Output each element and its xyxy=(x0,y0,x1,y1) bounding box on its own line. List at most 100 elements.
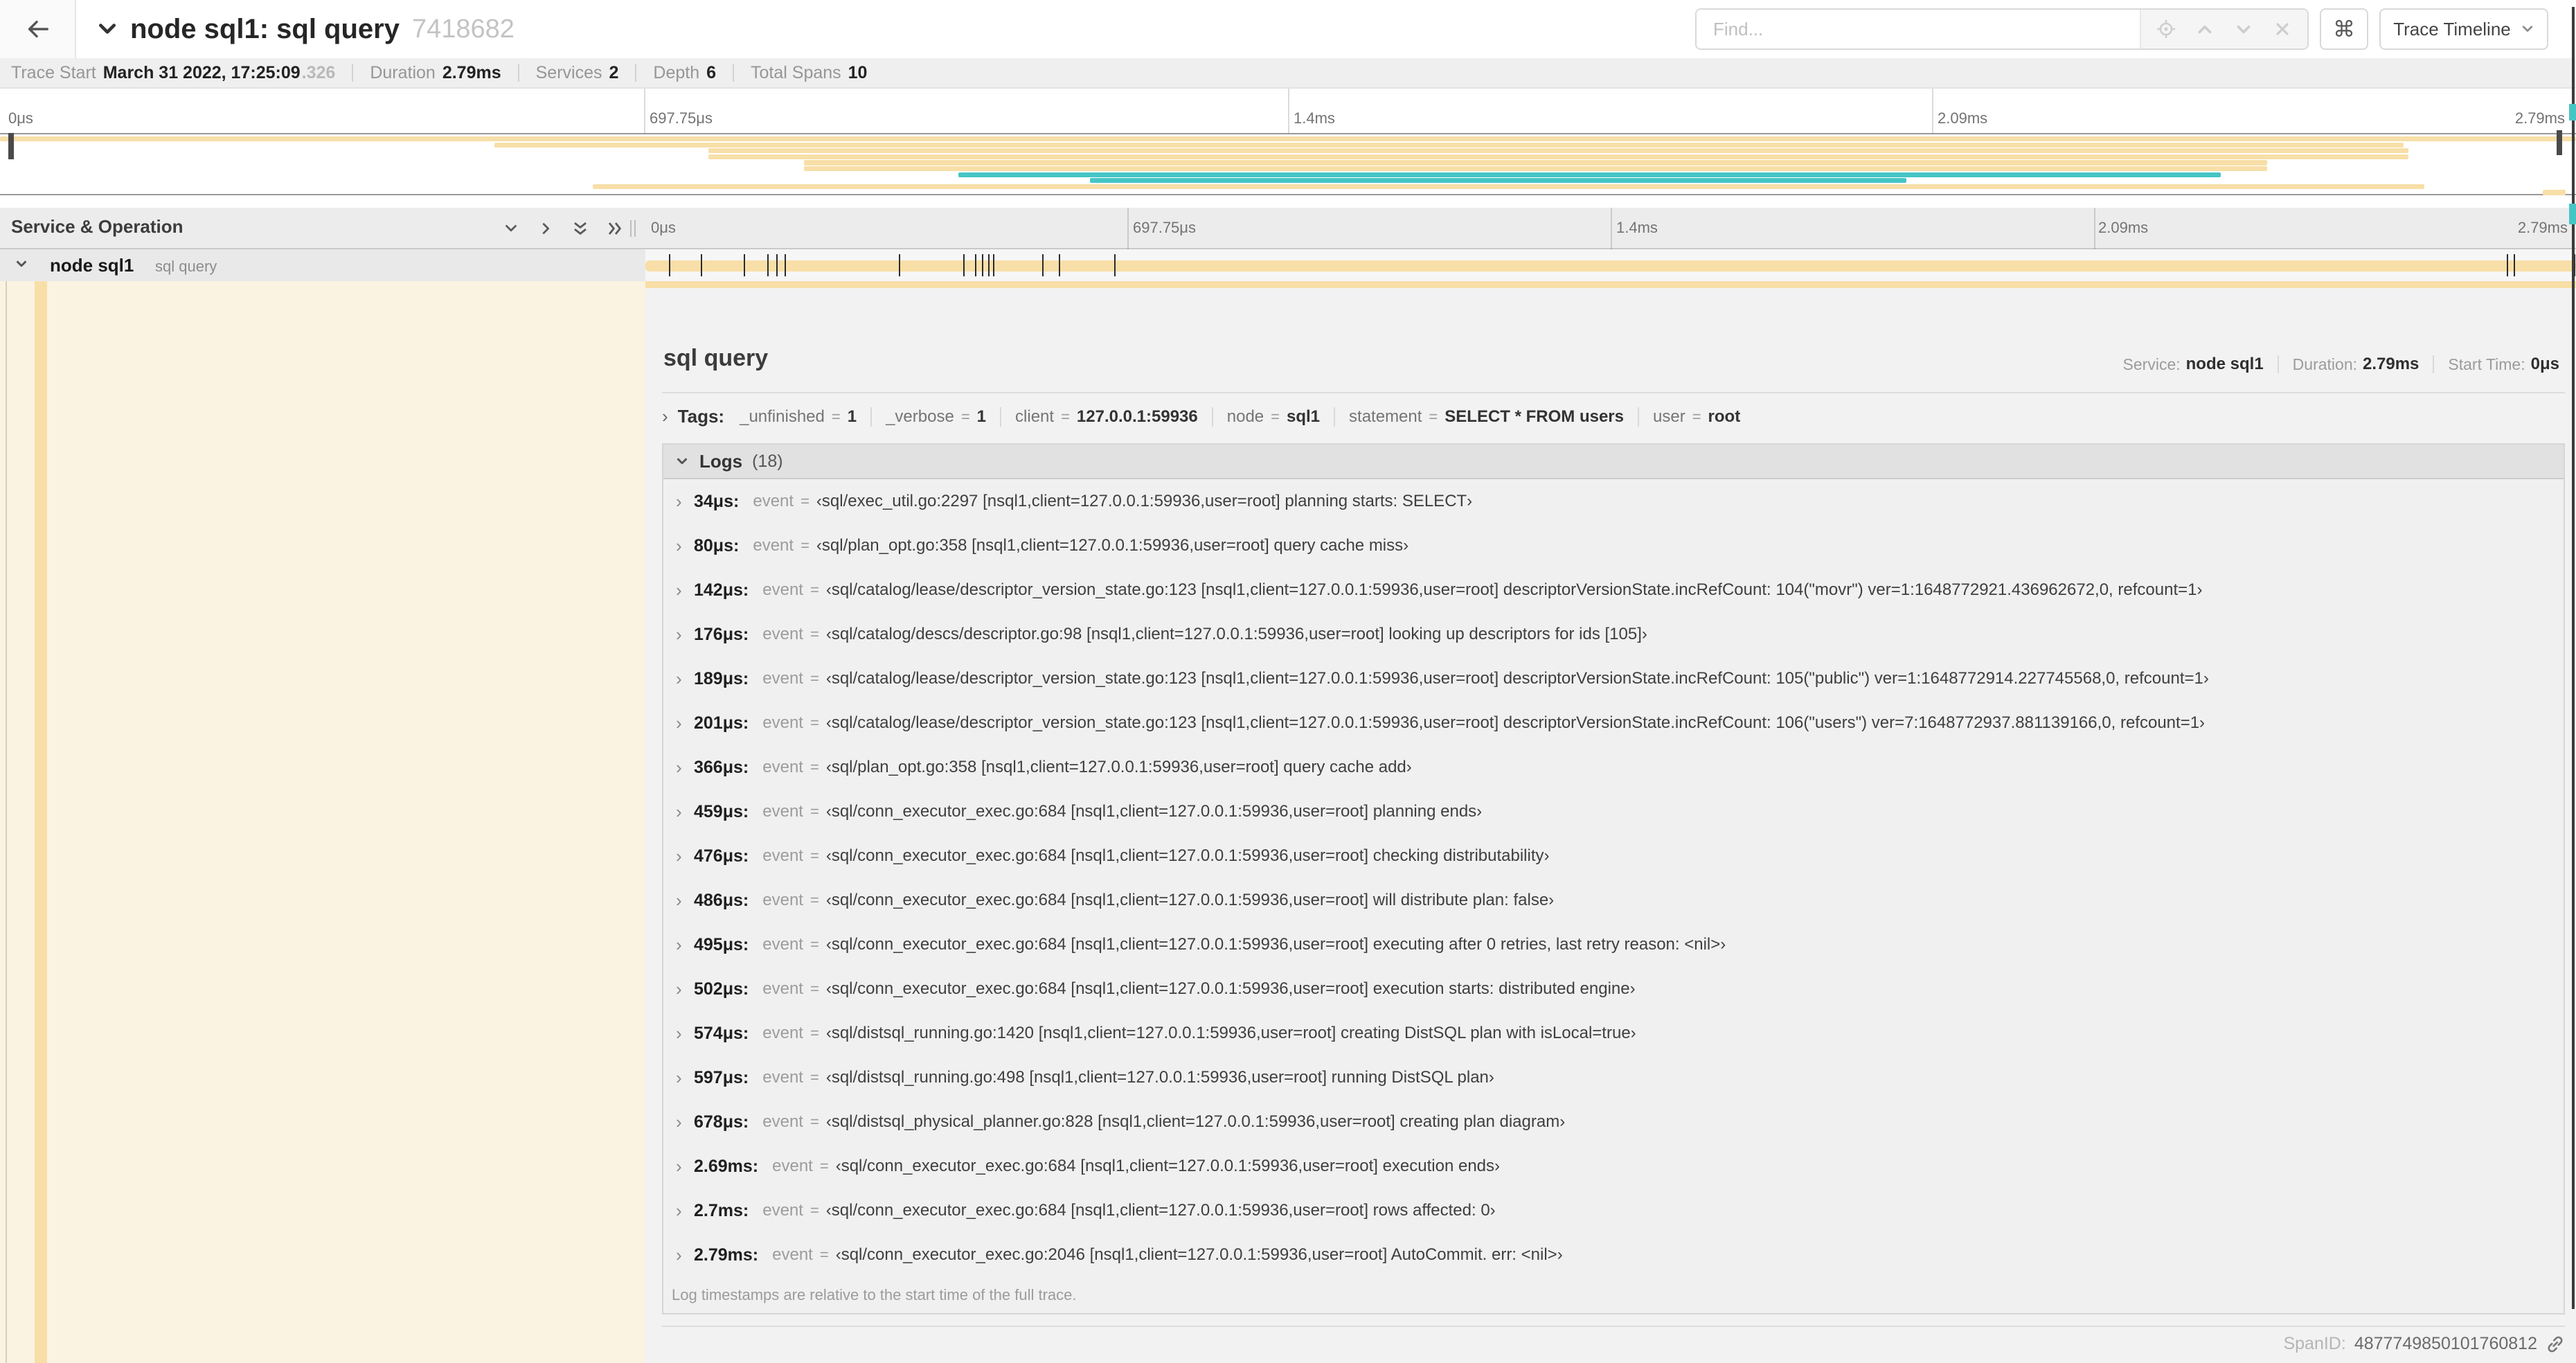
log-timestamp: 678μs: xyxy=(694,1112,749,1132)
find-group xyxy=(1695,8,2309,50)
chevron-right-icon: › xyxy=(676,1022,682,1044)
logs-header[interactable]: Logs (18) xyxy=(663,445,2564,479)
top-controls: ⌘ Trace Timeline xyxy=(1695,8,2548,50)
log-entry[interactable]: › 2.7ms: event = ‹sql/conn_executor_exec.go:… xyxy=(663,1188,2564,1233)
equals-sign: = xyxy=(810,1202,819,1219)
trace-minimap[interactable] xyxy=(0,133,2576,195)
meta-value: node sql1 xyxy=(2185,355,2264,373)
prev-match-icon[interactable] xyxy=(2185,10,2224,48)
chevron-right-icon: › xyxy=(676,978,682,999)
log-entry[interactable]: › 2.69ms: event = ‹sql/conn_executor_exec.go… xyxy=(663,1144,2564,1188)
logs-count: (18) xyxy=(752,451,783,471)
log-field-key: event xyxy=(762,846,803,865)
tag-item[interactable]: statement = SELECT * FROM users xyxy=(1349,407,1624,427)
span-row[interactable]: node sql1 sql query xyxy=(0,249,2576,281)
collapse-one-icon[interactable] xyxy=(499,217,524,240)
span-service-name: node sql1 xyxy=(50,255,134,276)
keyboard-shortcuts-button[interactable]: ⌘ xyxy=(2320,8,2368,50)
log-entry[interactable]: › 201μs: event = ‹sql/catalog/lease/descript… xyxy=(663,701,2564,745)
log-entry[interactable]: › 495μs: event = ‹sql/conn_executor_exec.go:… xyxy=(663,923,2564,967)
log-entry[interactable]: › 2.79ms: event = ‹sql/conn_executor_exec.go… xyxy=(663,1233,2564,1277)
log-entry[interactable]: › 176μs: event = ‹sql/catalog/descs/descript… xyxy=(663,612,2564,657)
span-color-strip xyxy=(645,281,2576,288)
span-log-tick xyxy=(767,254,769,276)
divider xyxy=(1638,407,1639,427)
log-entry[interactable]: › 189μs: event = ‹sql/catalog/lease/descript… xyxy=(663,657,2564,701)
log-entry[interactable]: › 574μs: event = ‹sql/distsql_running.go:142… xyxy=(663,1011,2564,1055)
column-resizer[interactable] xyxy=(630,220,636,237)
expand-one-icon[interactable] xyxy=(533,217,558,240)
minimap-right-scrubber[interactable] xyxy=(2557,130,2562,155)
log-entry[interactable]: › 142μs: event = ‹sql/catalog/lease/descript… xyxy=(663,568,2564,612)
ruler-tick-label: 1.4ms xyxy=(1616,219,1658,236)
equals-sign: = xyxy=(810,1113,819,1130)
ruler-tick-label: 1.4ms xyxy=(1294,109,1335,127)
tag-item[interactable]: client = 127.0.0.1:59936 xyxy=(1015,407,1198,427)
log-entry[interactable]: › 486μs: event = ‹sql/conn_executor_exec.go:… xyxy=(663,878,2564,923)
log-timestamp: 2.7ms: xyxy=(694,1200,749,1220)
focus-match-icon[interactable] xyxy=(2147,10,2185,48)
chevron-down-icon[interactable] xyxy=(97,19,118,39)
stat-value: 10 xyxy=(848,62,868,82)
divider xyxy=(733,64,735,82)
span-log-tick xyxy=(1114,254,1116,276)
log-field-value: ‹sql/conn_executor_exec.go:684 [nsql1,cl… xyxy=(825,891,1555,909)
span-duration-bar[interactable] xyxy=(645,260,2576,271)
span-log-tick xyxy=(963,254,965,276)
stat-label: Duration xyxy=(370,62,436,82)
equals-sign: = xyxy=(1692,407,1701,425)
logs-accordion: Logs (18) › 34μs: event = ‹sql/exec_util.go:… xyxy=(662,443,2565,1315)
log-timestamp: 142μs: xyxy=(694,580,749,600)
expand-all-icon[interactable] xyxy=(602,217,627,240)
chevron-right-icon: › xyxy=(662,406,668,427)
span-name-cell[interactable]: node sql1 sql query xyxy=(0,249,645,281)
log-entry[interactable]: › 502μs: event = ‹sql/conn_executor_exec.go:… xyxy=(663,967,2564,1011)
equals-sign: = xyxy=(810,847,819,864)
minimap-left-scrubber[interactable] xyxy=(8,133,14,159)
trace-view-selector[interactable]: Trace Timeline xyxy=(2379,8,2548,50)
tag-item[interactable]: _unfinished = 1 xyxy=(740,407,857,427)
next-match-icon[interactable] xyxy=(2224,10,2263,48)
log-entry[interactable]: › 459μs: event = ‹sql/conn_executor_exec.go:… xyxy=(663,790,2564,834)
tag-key: user xyxy=(1653,407,1685,426)
equals-sign: = xyxy=(810,803,819,820)
ruler-tick-label: 697.75μs xyxy=(1133,219,1196,236)
log-timestamp: 486μs: xyxy=(694,890,749,910)
tags-accordion[interactable]: › Tags: _unfinished = 1 _verbose = 1 client = 12… xyxy=(662,406,1740,427)
equals-sign: = xyxy=(810,714,819,731)
find-input[interactable] xyxy=(1697,10,2140,48)
log-entry[interactable]: › 678μs: event = ‹sql/distsql_physical_plann… xyxy=(663,1100,2564,1144)
tag-key: node xyxy=(1226,407,1264,426)
tag-list: _unfinished = 1 _verbose = 1 client = 127.0.0.1:… xyxy=(740,407,1740,427)
equals-sign: = xyxy=(1429,407,1438,425)
equals-sign: = xyxy=(1271,407,1280,425)
chevron-right-icon: › xyxy=(676,490,682,512)
scrollbar[interactable] xyxy=(2572,7,2575,1309)
span-detail-panel: sql query Service: node sql1 Duration: 2.79… xyxy=(645,281,2576,1363)
log-entry[interactable]: › 80μs: event = ‹sql/plan_opt.go:358 [nsql1,… xyxy=(663,524,2564,568)
log-entry[interactable]: › 34μs: event = ‹sql/exec_util.go:2297 [nsql… xyxy=(663,479,2564,524)
equals-sign: = xyxy=(960,407,970,425)
log-entry[interactable]: › 597μs: event = ‹sql/distsql_running.go:498… xyxy=(663,1055,2564,1100)
chevron-right-icon: › xyxy=(676,535,682,556)
tag-item[interactable]: _verbose = 1 xyxy=(886,407,986,427)
stat-value: 2 xyxy=(609,62,619,82)
equals-sign: = xyxy=(810,625,819,643)
tag-item[interactable]: user = root xyxy=(1653,407,1740,427)
log-field-key: event xyxy=(762,891,803,909)
chevron-down-icon[interactable] xyxy=(14,256,29,271)
log-field-key: event xyxy=(762,669,803,688)
collapse-all-icon[interactable] xyxy=(568,217,593,240)
divider xyxy=(2277,355,2279,373)
log-entry[interactable]: › 476μs: event = ‹sql/conn_executor_exec.go:… xyxy=(663,834,2564,878)
log-entry[interactable]: › 366μs: event = ‹sql/plan_opt.go:358 [nsql1… xyxy=(663,745,2564,790)
tag-item[interactable]: node = sql1 xyxy=(1227,407,1320,427)
chevron-right-icon: › xyxy=(676,845,682,866)
back-button[interactable] xyxy=(0,0,76,60)
meta-label: Duration: xyxy=(2292,355,2357,373)
minimap-span-bar xyxy=(1089,178,1906,184)
chevron-right-icon: › xyxy=(676,623,682,645)
clear-find-icon[interactable] xyxy=(2263,10,2302,48)
span-bar-cell[interactable] xyxy=(645,249,2576,281)
link-icon[interactable] xyxy=(2546,1335,2565,1354)
